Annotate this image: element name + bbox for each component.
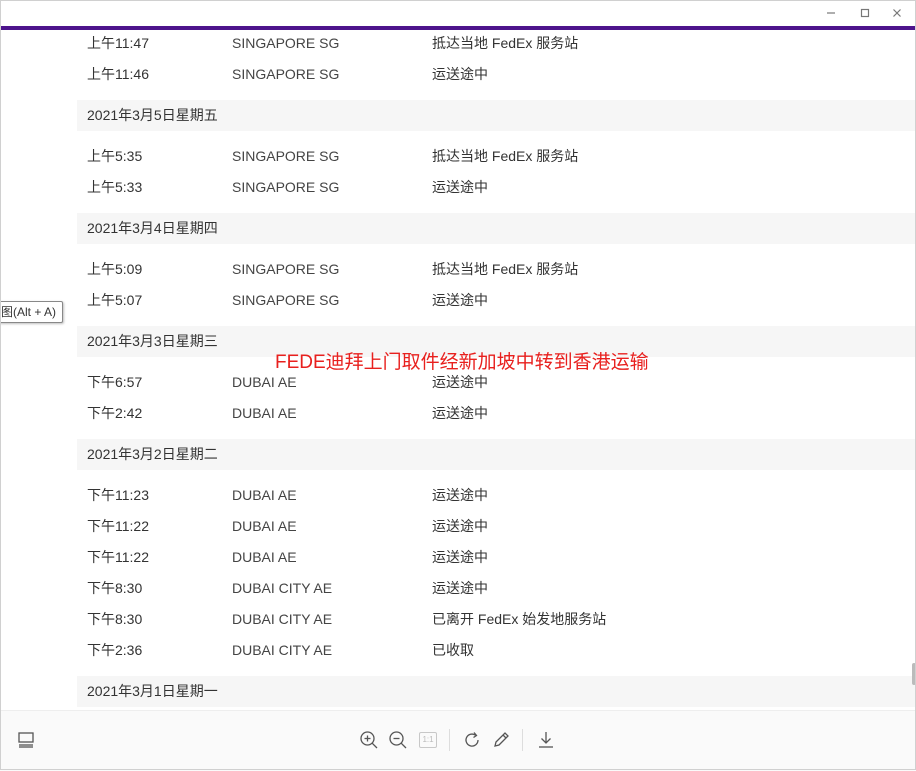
zoom-out-button[interactable] bbox=[385, 727, 411, 753]
event-location: DUBAI AE bbox=[232, 549, 297, 565]
date-label: 2021年3月5日星期五 bbox=[87, 107, 218, 123]
event-time: 下午2:36 bbox=[87, 642, 143, 658]
toolbar-divider bbox=[522, 729, 523, 751]
event-location: DUBAI AE bbox=[232, 518, 297, 534]
event-status: 运送途中 bbox=[432, 518, 488, 534]
rotate-button[interactable] bbox=[459, 727, 485, 753]
event-time: 上午5:09 bbox=[87, 261, 143, 277]
date-header: 2021年3月4日星期四 bbox=[77, 213, 916, 244]
event-status: 运送途中 bbox=[432, 487, 488, 503]
event-time: 下午11:23 bbox=[87, 487, 149, 503]
event-status: 运送途中 bbox=[432, 405, 488, 421]
event-time: 下午6:57 bbox=[87, 374, 143, 390]
tracking-event-row: 上午11:47 SINGAPORE SG 抵达当地 FedEx 服务站 bbox=[0, 30, 916, 59]
close-button[interactable] bbox=[886, 4, 908, 22]
viewer-toolbar: 1:1 bbox=[0, 710, 916, 771]
event-location: DUBAI AE bbox=[232, 405, 297, 421]
event-status: 抵达当地 FedEx 服务站 bbox=[432, 261, 579, 277]
scrollbar-handle[interactable] bbox=[912, 663, 916, 685]
date-header: 2021年3月2日星期二 bbox=[77, 439, 916, 470]
pencil-icon bbox=[494, 732, 509, 747]
zoom-out-icon bbox=[389, 731, 407, 749]
rotate-icon bbox=[465, 732, 479, 747]
event-time: 下午2:42 bbox=[87, 405, 143, 421]
tracking-event-row: 下午2:36 DUBAI CITY AE 已收取 bbox=[0, 635, 916, 666]
event-time: 上午5:07 bbox=[87, 292, 143, 308]
tracking-event-row: 上午5:07 SINGAPORE SG 运送途中 bbox=[0, 285, 916, 316]
toolbar-divider bbox=[449, 729, 450, 751]
event-status: 抵达当地 FedEx 服务站 bbox=[432, 35, 579, 51]
actual-size-button[interactable]: 1:1 bbox=[415, 727, 441, 753]
thumbnail-icon bbox=[18, 732, 34, 748]
zoom-in-button[interactable] bbox=[356, 727, 382, 753]
date-label: 2021年3月3日星期三 bbox=[87, 333, 218, 349]
screenshot-tooltip: 图(Alt + A) bbox=[0, 301, 64, 323]
minimize-icon bbox=[827, 12, 835, 14]
event-location: SINGAPORE SG bbox=[232, 66, 340, 82]
event-time: 上午11:47 bbox=[87, 35, 149, 51]
date-header: 2021年3月1日星期一 bbox=[77, 676, 916, 707]
event-status: 运送途中 bbox=[432, 292, 488, 308]
title-bar bbox=[0, 0, 916, 26]
date-header: 2021年3月5日星期五 bbox=[77, 100, 916, 131]
maximize-icon bbox=[860, 8, 870, 18]
event-location: SINGAPORE SG bbox=[232, 35, 340, 51]
download-icon bbox=[539, 732, 553, 748]
event-time: 下午11:22 bbox=[87, 518, 149, 534]
date-label: 2021年3月4日星期四 bbox=[87, 220, 218, 236]
event-status: 已收取 bbox=[432, 642, 474, 658]
event-location: SINGAPORE SG bbox=[232, 179, 340, 195]
event-time: 上午5:35 bbox=[87, 148, 143, 164]
tracking-event-row: 下午8:30 DUBAI CITY AE 已离开 FedEx 始发地服务站 bbox=[0, 604, 916, 635]
event-time: 上午5:33 bbox=[87, 179, 143, 195]
event-location: DUBAI CITY AE bbox=[232, 611, 333, 627]
minimize-button[interactable] bbox=[820, 4, 842, 22]
date-label: 2021年3月2日星期二 bbox=[87, 446, 218, 462]
event-time: 下午8:30 bbox=[87, 580, 143, 596]
event-location: DUBAI CITY AE bbox=[232, 642, 333, 658]
event-status: 运送途中 bbox=[432, 179, 488, 195]
tracking-event-row: 下午2:42 DUBAI AE 运送途中 bbox=[0, 398, 916, 429]
zoom-in-icon bbox=[360, 731, 378, 749]
actual-size-icon: 1:1 bbox=[419, 732, 437, 748]
tracking-event-row: 下午8:30 DUBAI CITY AE 运送途中 bbox=[0, 573, 916, 604]
event-location: DUBAI CITY AE bbox=[232, 580, 333, 596]
tracking-event-row: 上午5:33 SINGAPORE SG 运送途中 bbox=[0, 172, 916, 203]
tracking-event-row: 上午5:35 SINGAPORE SG 抵达当地 FedEx 服务站 bbox=[0, 141, 916, 172]
tracking-event-row: 上午5:09 SINGAPORE SG 抵达当地 FedEx 服务站 bbox=[0, 254, 916, 285]
event-time: 下午11:22 bbox=[87, 549, 149, 565]
tracking-event-row: 下午11:23 DUBAI AE 运送途中 bbox=[0, 480, 916, 511]
overlay-title: FEDE迪拜上门取件经新加坡中转到香港运输 bbox=[275, 352, 649, 373]
event-status: 运送途中 bbox=[432, 580, 488, 596]
event-location: SINGAPORE SG bbox=[232, 148, 340, 164]
event-time: 下午8:30 bbox=[87, 611, 143, 627]
download-button[interactable] bbox=[533, 727, 559, 753]
close-icon bbox=[893, 9, 901, 17]
event-status: 抵达当地 FedEx 服务站 bbox=[432, 148, 579, 164]
event-status: 已离开 FedEx 始发地服务站 bbox=[432, 611, 607, 627]
event-location: SINGAPORE SG bbox=[232, 292, 340, 308]
tracking-event-row: 下午11:22 DUBAI AE 运送途中 bbox=[0, 511, 916, 542]
date-label: 2021年3月1日星期一 bbox=[87, 683, 218, 699]
event-location: DUBAI AE bbox=[232, 487, 297, 503]
event-location: SINGAPORE SG bbox=[232, 261, 340, 277]
event-status: 运送途中 bbox=[432, 66, 488, 82]
tracking-event-row: 下午11:22 DUBAI AE 运送途中 bbox=[0, 542, 916, 573]
tracking-event-row: 上午11:46 SINGAPORE SG 运送途中 bbox=[0, 59, 916, 90]
edit-button[interactable] bbox=[488, 727, 514, 753]
event-time: 上午11:46 bbox=[87, 66, 149, 82]
maximize-button[interactable] bbox=[854, 4, 876, 22]
thumbnail-button[interactable] bbox=[13, 727, 39, 753]
event-status: 运送途中 bbox=[432, 549, 488, 565]
